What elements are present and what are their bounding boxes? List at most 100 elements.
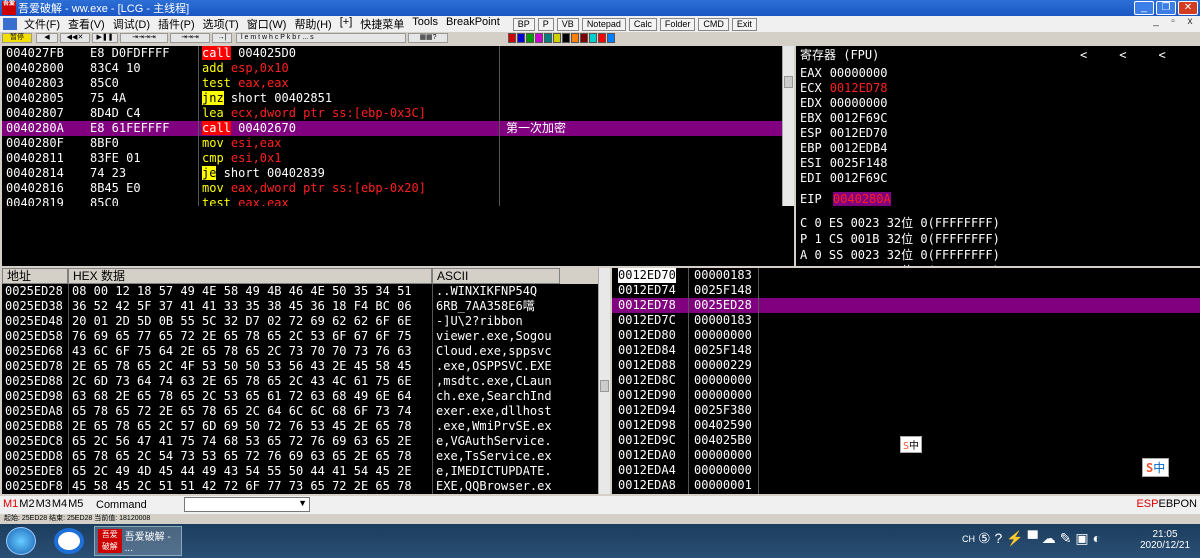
- disasm-row[interactable]: 00402816 8B45 E0 mov eax,dword ptr ss:[ebp…: [2, 181, 782, 196]
- disasm-row[interactable]: 00402819 85C0 test eax,eax: [2, 196, 782, 206]
- dump-panel[interactable]: 0025ED28 08 00 12 18 57 49 4E 58 49 4B 46…: [2, 284, 598, 494]
- chevron-down-icon[interactable]: ▼: [298, 498, 307, 508]
- dump-row[interactable]: 0025EDB8 2E 65 78 65 2C 57 6D 69 50 72 76…: [2, 419, 598, 434]
- menu-item[interactable]: BreakPoint: [442, 16, 504, 32]
- disasm-row[interactable]: 00402800 83C4 10 add esp,0x10: [2, 61, 782, 76]
- color-button[interactable]: [508, 33, 516, 43]
- restore-button[interactable]: ❐: [1156, 1, 1176, 15]
- register-row[interactable]: EBX 0012F69C: [800, 111, 887, 126]
- disassembly-panel[interactable]: 004027FB E8 D0FDFFFF call 004025D0 00402800…: [2, 46, 782, 206]
- dump-scrollbar[interactable]: [598, 268, 610, 494]
- bookmark-button[interactable]: M4: [52, 498, 67, 510]
- stack-row[interactable]: 0012EDA4 00000000: [612, 463, 1200, 478]
- color-button[interactable]: [580, 33, 588, 43]
- dump-row[interactable]: 0025ED98 63 68 2E 65 78 65 2C 53 65 61 72…: [2, 389, 598, 404]
- dump-row[interactable]: 0025EDC8 65 2C 56 47 41 75 74 68 53 65 72…: [2, 434, 598, 449]
- dump-address-header[interactable]: 地址: [2, 268, 68, 284]
- menu-item[interactable]: 文件(F): [20, 16, 64, 32]
- window-letter-buttons[interactable]: l e m t w h c P k b r ... s: [236, 33, 406, 43]
- dump-row[interactable]: 0025ED68 43 6C 6F 75 64 2E 65 78 65 2C 73…: [2, 344, 598, 359]
- disasm-row[interactable]: 0040280A E8 61FEFFFF call 00402670 第一次加密: [2, 121, 782, 136]
- color-button[interactable]: [544, 33, 552, 43]
- cmd-toggle[interactable]: ON: [1181, 498, 1198, 510]
- menu-item[interactable]: 选项(T): [199, 16, 243, 32]
- plugin-button[interactable]: VB: [556, 17, 579, 31]
- minimize-button[interactable]: _: [1134, 1, 1154, 15]
- chevron-left-icon[interactable]: <: [1080, 48, 1087, 62]
- color-button[interactable]: [589, 33, 597, 43]
- plugin-button[interactable]: CMD: [698, 17, 729, 31]
- chevron-left-icon[interactable]: <: [1158, 48, 1165, 62]
- bookmark-button[interactable]: M2: [19, 498, 34, 510]
- stack-row[interactable]: 0012ED94 0025F380: [612, 403, 1200, 418]
- goto-button[interactable]: →|: [212, 33, 232, 43]
- task-item[interactable]: 吾爱破解 吾爱破解 - ...: [94, 526, 182, 556]
- register-row[interactable]: ECX 0012ED78: [800, 81, 887, 96]
- stack-row[interactable]: 0012ED8C 00000000: [612, 373, 1200, 388]
- dump-ascii-header[interactable]: ASCII: [432, 268, 560, 284]
- stack-row[interactable]: 0012ED7C 00000183: [612, 313, 1200, 328]
- plugin-button[interactable]: Calc: [628, 17, 657, 31]
- disasm-row[interactable]: 00402807 8D4D C4 lea ecx,dword ptr ss:[ebp…: [2, 106, 782, 121]
- stack-panel[interactable]: 0012ED70 00000183 0012ED74 0025F148 0012ED78…: [612, 268, 1200, 494]
- flag-row[interactable]: P 1 CS 001B 32位 0(FFFFFFFF): [800, 232, 1000, 247]
- register-row[interactable]: ESI 0025F148: [800, 156, 887, 171]
- disasm-row[interactable]: 004027FB E8 D0FDFFFF call 004025D0: [2, 46, 782, 61]
- menu-item[interactable]: 查看(V): [64, 16, 109, 32]
- register-row[interactable]: EDX 00000000: [800, 96, 887, 111]
- bookmark-button[interactable]: M3: [36, 498, 51, 510]
- register-row[interactable]: EBP 0012EDB4: [800, 141, 887, 156]
- ime-float-indicator[interactable]: S中: [1142, 458, 1170, 477]
- disasm-scrollbar[interactable]: [782, 46, 794, 206]
- dump-row[interactable]: 0025EDD8 65 78 65 2C 54 73 53 65 72 76 69…: [2, 449, 598, 464]
- menu-item[interactable]: 快捷菜单: [356, 16, 408, 32]
- open-button[interactable]: ◀: [36, 33, 58, 43]
- dump-hex-header[interactable]: HEX 数据: [68, 268, 432, 284]
- dump-row[interactable]: 0025ED78 2E 65 78 65 2C 4F 53 50 50 53 56…: [2, 359, 598, 374]
- plugin-button[interactable]: Folder: [659, 17, 696, 31]
- mdi-button[interactable]: _: [1148, 16, 1164, 30]
- register-row[interactable]: EAX 00000000: [800, 66, 887, 81]
- register-row[interactable]: ESP 0012ED70: [800, 126, 887, 141]
- rewind-button[interactable]: ◀◀✕: [60, 33, 90, 43]
- color-button[interactable]: [607, 33, 615, 43]
- language-indicator[interactable]: CH: [962, 534, 975, 544]
- plugin-button[interactable]: BP: [512, 17, 535, 31]
- mdi-button[interactable]: x: [1182, 16, 1198, 30]
- mdi-button[interactable]: ▫: [1165, 16, 1181, 30]
- menu-item[interactable]: 帮助(H): [290, 16, 335, 32]
- stack-row[interactable]: 0012ED70 00000183: [612, 268, 1200, 283]
- clock[interactable]: 21:05 2020/12/21: [1140, 529, 1190, 551]
- dump-row[interactable]: 0025EDF8 45 58 45 2C 51 51 42 72 6F 77 73…: [2, 479, 598, 494]
- run-button[interactable]: ▶❚❚: [92, 33, 118, 43]
- stack-row[interactable]: 0012EDA8 00000001: [612, 478, 1200, 493]
- plugin-button[interactable]: P: [537, 17, 554, 31]
- registers-panel[interactable]: 寄存器 (FPU) < < < EAX 00000000 ECX 0012ED78 EDX 0…: [796, 46, 1200, 266]
- chevron-left-icon[interactable]: <: [1119, 48, 1126, 62]
- color-button[interactable]: [598, 33, 606, 43]
- menu-item[interactable]: [+]: [336, 16, 357, 32]
- color-button[interactable]: [535, 33, 543, 43]
- dump-row[interactable]: 0025EDA8 65 78 65 72 2E 65 78 65 2C 64 6C…: [2, 404, 598, 419]
- step-buttons[interactable]: ⇥⇥⇥⇥: [120, 33, 168, 43]
- cmd-toggle[interactable]: EBP: [1158, 498, 1180, 510]
- dump-row[interactable]: 0025ED38 36 52 42 5F 37 41 41 33 35 38 45…: [2, 299, 598, 314]
- stack-row[interactable]: 0012ED90 00000000: [612, 388, 1200, 403]
- color-button[interactable]: [562, 33, 570, 43]
- cmd-toggle[interactable]: ESP: [1136, 498, 1158, 510]
- disasm-row[interactable]: 0040280F 8BF0 mov esi,eax: [2, 136, 782, 151]
- dump-row[interactable]: 0025EDE8 65 2C 49 4D 45 44 49 43 54 55 50…: [2, 464, 598, 479]
- flag-row[interactable]: Z 1 DS 0023 32位 0(FFFFFFFF): [800, 264, 1000, 266]
- stack-row[interactable]: 0012ED88 00000229: [612, 358, 1200, 373]
- close-button[interactable]: ✕: [1178, 1, 1198, 15]
- flag-row[interactable]: A 0 SS 0023 32位 0(FFFFFFFF): [800, 248, 1000, 263]
- disasm-row[interactable]: 00402814 74 23 je short 00402839: [2, 166, 782, 181]
- qq-browser-icon[interactable]: [54, 528, 84, 554]
- menu-item[interactable]: 插件(P): [154, 16, 199, 32]
- stack-row[interactable]: 0012ED74 0025F148: [612, 283, 1200, 298]
- disasm-row[interactable]: 00402811 83FE 01 cmp esi,0x1: [2, 151, 782, 166]
- menu-item[interactable]: 窗口(W): [243, 16, 291, 32]
- bookmark-button[interactable]: M1: [3, 498, 18, 510]
- stack-row[interactable]: 0012ED84 0025F148: [612, 343, 1200, 358]
- dump-row[interactable]: 0025ED48 20 01 2D 5D 0B 55 5C 32 D7 02 72…: [2, 314, 598, 329]
